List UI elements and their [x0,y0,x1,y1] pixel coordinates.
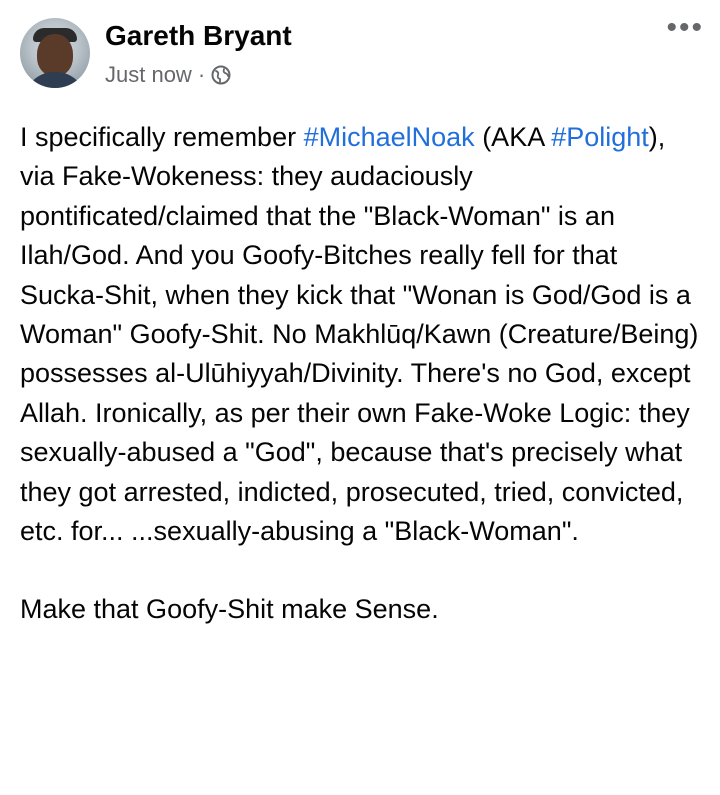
meta-separator: · [197,62,206,87]
post-paragraph-2: Make that Goofy-Shit make Sense. [20,594,439,625]
post-body: I specifically remember #MichaelNoak (AK… [20,118,700,630]
author-name[interactable]: Gareth Bryant [105,20,292,52]
text-segment: I specifically remember [20,122,304,152]
hashtag-link[interactable]: #Polight [551,122,649,152]
timestamp[interactable]: Just now [105,62,192,88]
globe-icon [211,65,231,85]
avatar[interactable] [20,18,90,88]
text-segment: (AKA [474,122,552,152]
post-meta: Just now · [105,62,231,88]
post-paragraph-1: I specifically remember #MichaelNoak (AK… [20,118,700,551]
more-options-icon[interactable]: ••• [666,13,704,43]
text-segment: ), via Fake-Wokeness: they audaciously p… [20,122,699,547]
hashtag-link[interactable]: #MichaelNoak [304,122,475,152]
